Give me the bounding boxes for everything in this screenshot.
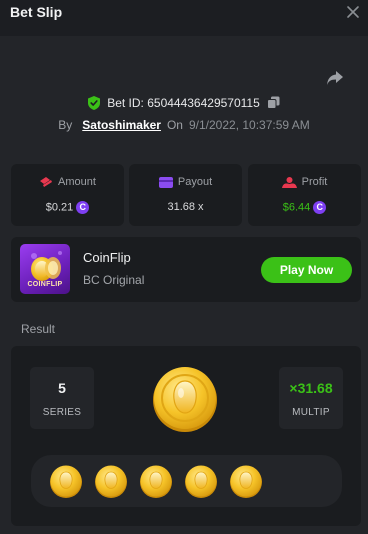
amount-card: Amount $0.21 C xyxy=(11,164,124,226)
result-panel: 5 SERIES ×31.68 MULTIP xyxy=(11,346,361,526)
bet-datetime: 9/1/2022, 10:37:59 AM xyxy=(188,118,310,132)
game-subtitle: BC Original xyxy=(83,273,145,287)
share-icon[interactable] xyxy=(326,70,344,86)
payout-value: 31.68 x xyxy=(167,201,204,214)
play-now-button[interactable]: Play Now xyxy=(261,257,352,283)
header-bar: Bet Slip xyxy=(0,0,368,30)
shield-check-icon xyxy=(87,95,100,110)
bet-id-row: Bet ID: 65044436429570115 xyxy=(0,95,368,113)
on-label: On xyxy=(166,118,183,132)
bet-meta-row: By Satoshimaker On 9/1/2022, 10:37:59 AM xyxy=(0,118,368,132)
result-label: Result xyxy=(21,322,56,336)
amount-label: Amount xyxy=(58,176,96,188)
series-label: SERIES xyxy=(42,407,82,418)
copy-icon[interactable] xyxy=(267,96,280,110)
game-card: COINFLIP CoinFlip BC Original Play Now xyxy=(11,237,361,302)
profit-label: Profit xyxy=(301,176,328,188)
multiplier-label: MULTIP xyxy=(292,407,330,418)
currency-coin-icon: C xyxy=(313,201,327,214)
bet-id: Bet ID: 65044436429570115 xyxy=(107,95,260,110)
result-coin-icon xyxy=(153,367,217,432)
coin-heads-icon xyxy=(50,465,82,498)
amount-value: $0.21 xyxy=(45,201,74,214)
coin-history-row xyxy=(31,455,342,507)
thumbnail-logo-text: COINFLIP xyxy=(27,281,63,288)
profit-icon xyxy=(281,176,297,188)
coin-heads-icon xyxy=(185,465,217,498)
by-label: By xyxy=(58,118,73,132)
wallet-icon xyxy=(158,176,173,188)
payout-card: Payout 31.68 x xyxy=(129,164,242,226)
multiplier-value: ×31.68 xyxy=(289,380,333,396)
coin-heads-icon xyxy=(230,465,262,498)
payout-label: Payout xyxy=(177,176,213,188)
profit-card: Profit $6.44 C xyxy=(248,164,361,226)
multiplier-stat: ×31.68 MULTIP xyxy=(279,367,343,429)
series-stat: 5 SERIES xyxy=(30,367,94,429)
bet-icon xyxy=(40,177,53,188)
game-name: CoinFlip xyxy=(83,250,131,265)
page-title: Bet Slip xyxy=(10,4,63,20)
close-icon[interactable] xyxy=(345,4,361,20)
coin-heads-icon xyxy=(140,465,172,498)
game-thumbnail[interactable]: COINFLIP xyxy=(20,244,70,294)
username-link[interactable]: Satoshimaker xyxy=(82,118,161,132)
coin-heads-icon xyxy=(95,465,127,498)
profit-value: $6.44 xyxy=(282,201,311,214)
currency-coin-icon: C xyxy=(76,201,90,214)
series-value: 5 xyxy=(58,380,66,396)
